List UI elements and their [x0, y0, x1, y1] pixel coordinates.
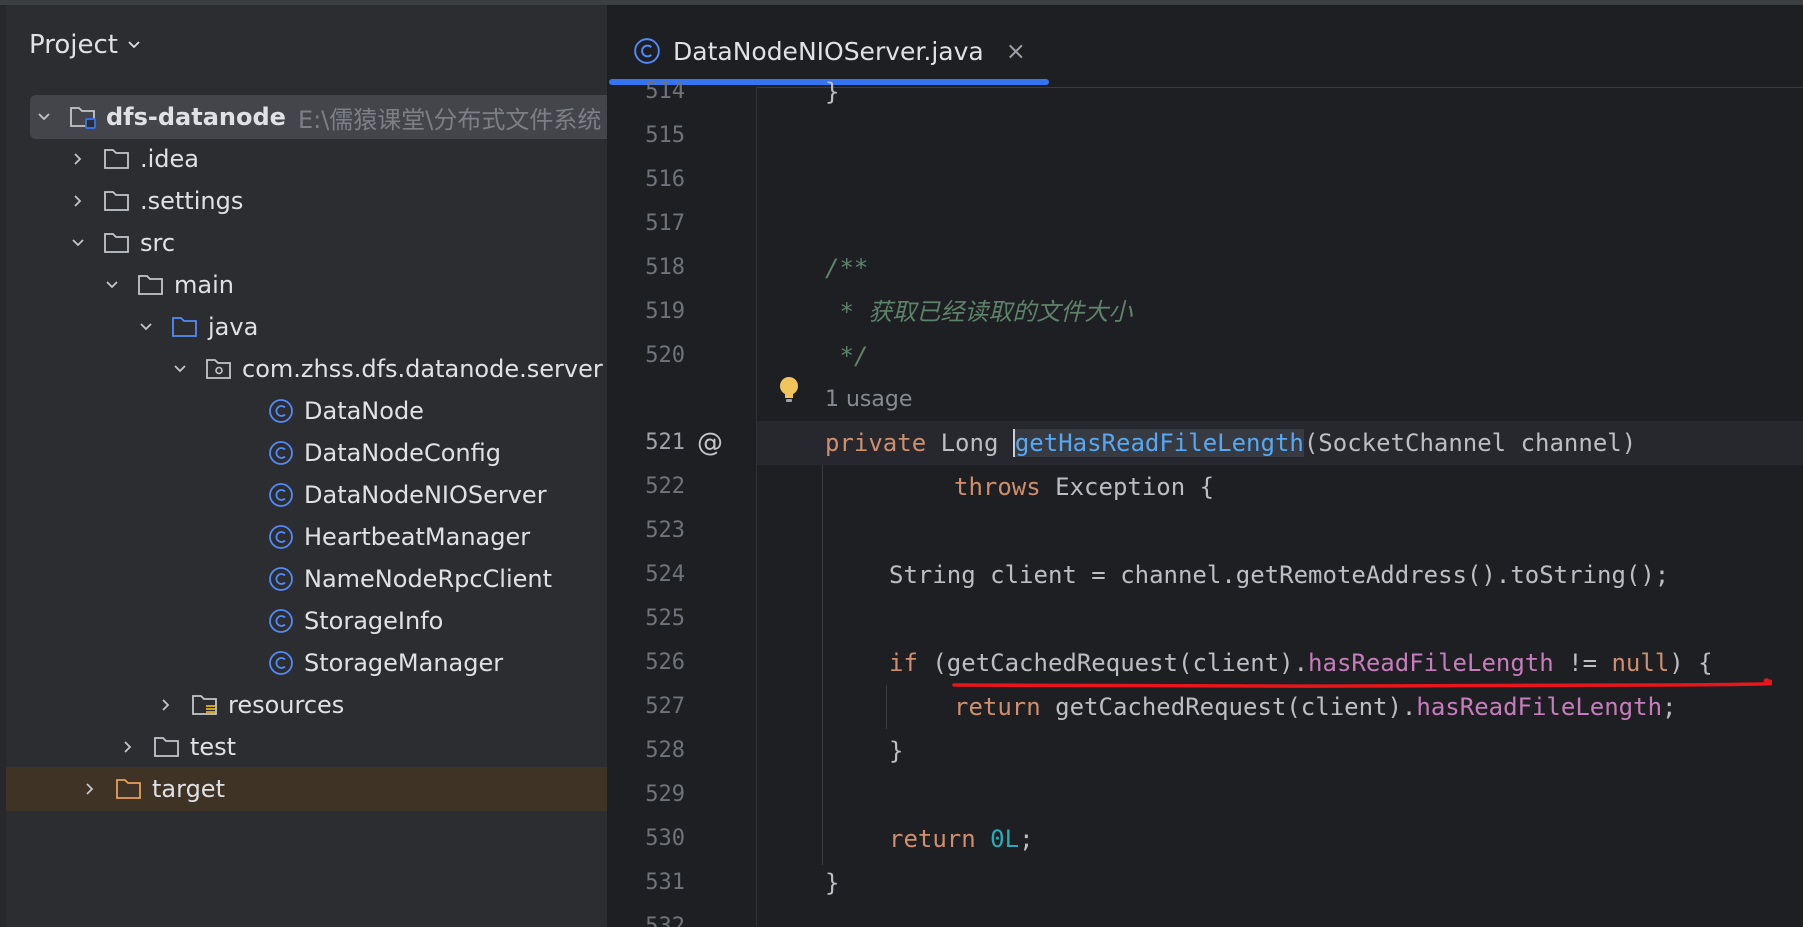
tree-node-label: main: [174, 271, 234, 299]
tree-node-label: StorageManager: [304, 649, 504, 677]
tree-node-test[interactable]: test: [6, 725, 607, 769]
field-name: hasReadFileLength: [1416, 693, 1663, 721]
tree-node-label: NameNodeRpcClient: [304, 565, 553, 593]
package-icon: [204, 356, 234, 382]
chevron-right-icon[interactable]: [118, 737, 138, 757]
chevron-right-icon[interactable]: [68, 149, 88, 169]
code-token: getCachedRequest(client).: [1040, 693, 1417, 721]
code-line-519: * 获取已经读取的文件大小: [825, 298, 1133, 326]
tree-node-label: target: [152, 775, 225, 803]
tree-node-label: StorageInfo: [304, 607, 444, 635]
keyword: if: [889, 649, 918, 677]
folder-icon: [102, 188, 132, 214]
code-token: ) {: [1669, 649, 1713, 677]
project-view-selector[interactable]: Project: [29, 27, 140, 63]
class-icon: [268, 524, 294, 550]
tree-node-label: DataNodeConfig: [304, 439, 501, 467]
tree-node-label: .settings: [140, 187, 244, 215]
tree-node-settings[interactable]: .settings: [6, 179, 607, 223]
keyword: throws: [954, 473, 1041, 501]
tree-node-label: .idea: [140, 145, 200, 173]
code-token: ;: [1662, 693, 1677, 721]
usage-hint[interactable]: 1 usage: [825, 378, 912, 422]
code-line-518: /**: [825, 254, 869, 282]
tree-node-class-storageinfo[interactable]: StorageInfo: [6, 599, 607, 643]
class-icon: [268, 566, 294, 592]
method-name: getHasReadFileLength: [1012, 429, 1304, 457]
resources-folder-icon: [190, 692, 220, 718]
code-line-528: }: [889, 737, 904, 765]
keyword: return: [954, 693, 1041, 721]
code-line-530: return 0L;: [889, 817, 1034, 861]
keyword: private: [825, 429, 927, 457]
tree-node-src[interactable]: src: [6, 221, 607, 265]
code-token: (SocketChannel channel): [1303, 429, 1637, 457]
code-area[interactable]: } /** * 获取已经读取的文件大小 */ 1 usage private L…: [607, 5, 1803, 927]
source-folder-icon: [170, 314, 200, 340]
chevron-down-icon[interactable]: [136, 317, 156, 337]
chevron-down-icon[interactable]: [102, 275, 122, 295]
field-name: hasReadFileLength: [1308, 649, 1554, 677]
chevron-right-icon[interactable]: [68, 191, 88, 211]
code-editor: DataNodeNIOServer.java × 514 515 516 517…: [607, 5, 1803, 927]
chevron-down-icon[interactable]: [170, 359, 190, 379]
code-line-514: }: [825, 78, 840, 106]
tree-node-label: DataNodeNIOServer: [304, 481, 547, 509]
code-token: ;: [1019, 825, 1034, 853]
chevron-down-icon[interactable]: [68, 233, 88, 253]
class-icon: [268, 440, 294, 466]
code-token: Long: [926, 429, 1013, 457]
folder-icon: [102, 230, 132, 256]
chevron-down-icon: [128, 41, 140, 49]
code-line-521: private Long getHasReadFileLength(Socket…: [825, 421, 1636, 465]
code-line-522: throws Exception {: [954, 465, 1214, 509]
tree-node-label: java: [208, 313, 259, 341]
module-path: E:\儒猿课堂\分布式文件系统: [297, 105, 602, 134]
tree-node-class-storagemanager[interactable]: StorageManager: [6, 641, 607, 685]
red-annotation-underline: [952, 678, 1772, 688]
tree-node-class-datanodenioserver[interactable]: DataNodeNIOServer: [6, 473, 607, 517]
code-token: (getCachedRequest(client).: [917, 649, 1309, 677]
tree-node-label: com.zhss.dfs.datanode.server: [242, 355, 603, 383]
tree-node-label: DataNode: [304, 397, 424, 425]
tree-node-resources[interactable]: resources: [6, 683, 607, 727]
project-tool-window: Project dfs-datanode E:\儒猿课堂\分布式文件系统 .id…: [0, 5, 607, 927]
code-line-531: }: [825, 869, 840, 897]
class-icon: [268, 650, 294, 676]
code-line-520: */: [825, 342, 869, 370]
tree-node-label: dfs-datanode: [106, 103, 286, 131]
tree-node-class-datanode[interactable]: DataNode: [6, 389, 607, 433]
tree-node-label: src: [140, 229, 176, 257]
project-title: Project: [29, 30, 118, 60]
chevron-down-icon[interactable]: [34, 107, 54, 127]
tree-node-label: resources: [228, 691, 345, 719]
module-folder-icon: [68, 104, 98, 130]
class-icon: [268, 482, 294, 508]
tree-node-class-namenoderpcclient[interactable]: NameNodeRpcClient: [6, 557, 607, 601]
tree-node-idea[interactable]: .idea: [6, 137, 607, 181]
keyword: return: [889, 825, 976, 853]
code-line-524: String client = channel.getRemoteAddress…: [889, 561, 1670, 589]
folder-icon: [102, 146, 132, 172]
folder-icon: [136, 272, 166, 298]
excluded-folder-icon: [114, 776, 144, 802]
tree-node-java[interactable]: java: [6, 305, 607, 349]
tree-node-package[interactable]: com.zhss.dfs.datanode.server: [6, 347, 607, 391]
number-literal: 0L: [990, 825, 1020, 853]
class-icon: [268, 398, 294, 424]
chevron-right-icon[interactable]: [156, 695, 176, 715]
chevron-right-icon[interactable]: [80, 779, 100, 799]
tree-node-label: HeartbeatManager: [304, 523, 531, 551]
tree-node-label: test: [190, 733, 237, 761]
folder-icon: [152, 734, 182, 760]
class-icon: [268, 608, 294, 634]
tree-node-target[interactable]: target: [6, 767, 607, 811]
tree-node-class-heartbeatmanager[interactable]: HeartbeatManager: [6, 515, 607, 559]
tree-node-class-datanodeconfig[interactable]: DataNodeConfig: [6, 431, 607, 475]
code-token: Exception {: [1040, 473, 1215, 501]
tree-node-main[interactable]: main: [6, 263, 607, 307]
code-token: !=: [1553, 649, 1612, 677]
tree-node-dfs-datanode[interactable]: dfs-datanode E:\儒猿课堂\分布式文件系统: [30, 95, 607, 139]
keyword: null: [1611, 649, 1670, 677]
